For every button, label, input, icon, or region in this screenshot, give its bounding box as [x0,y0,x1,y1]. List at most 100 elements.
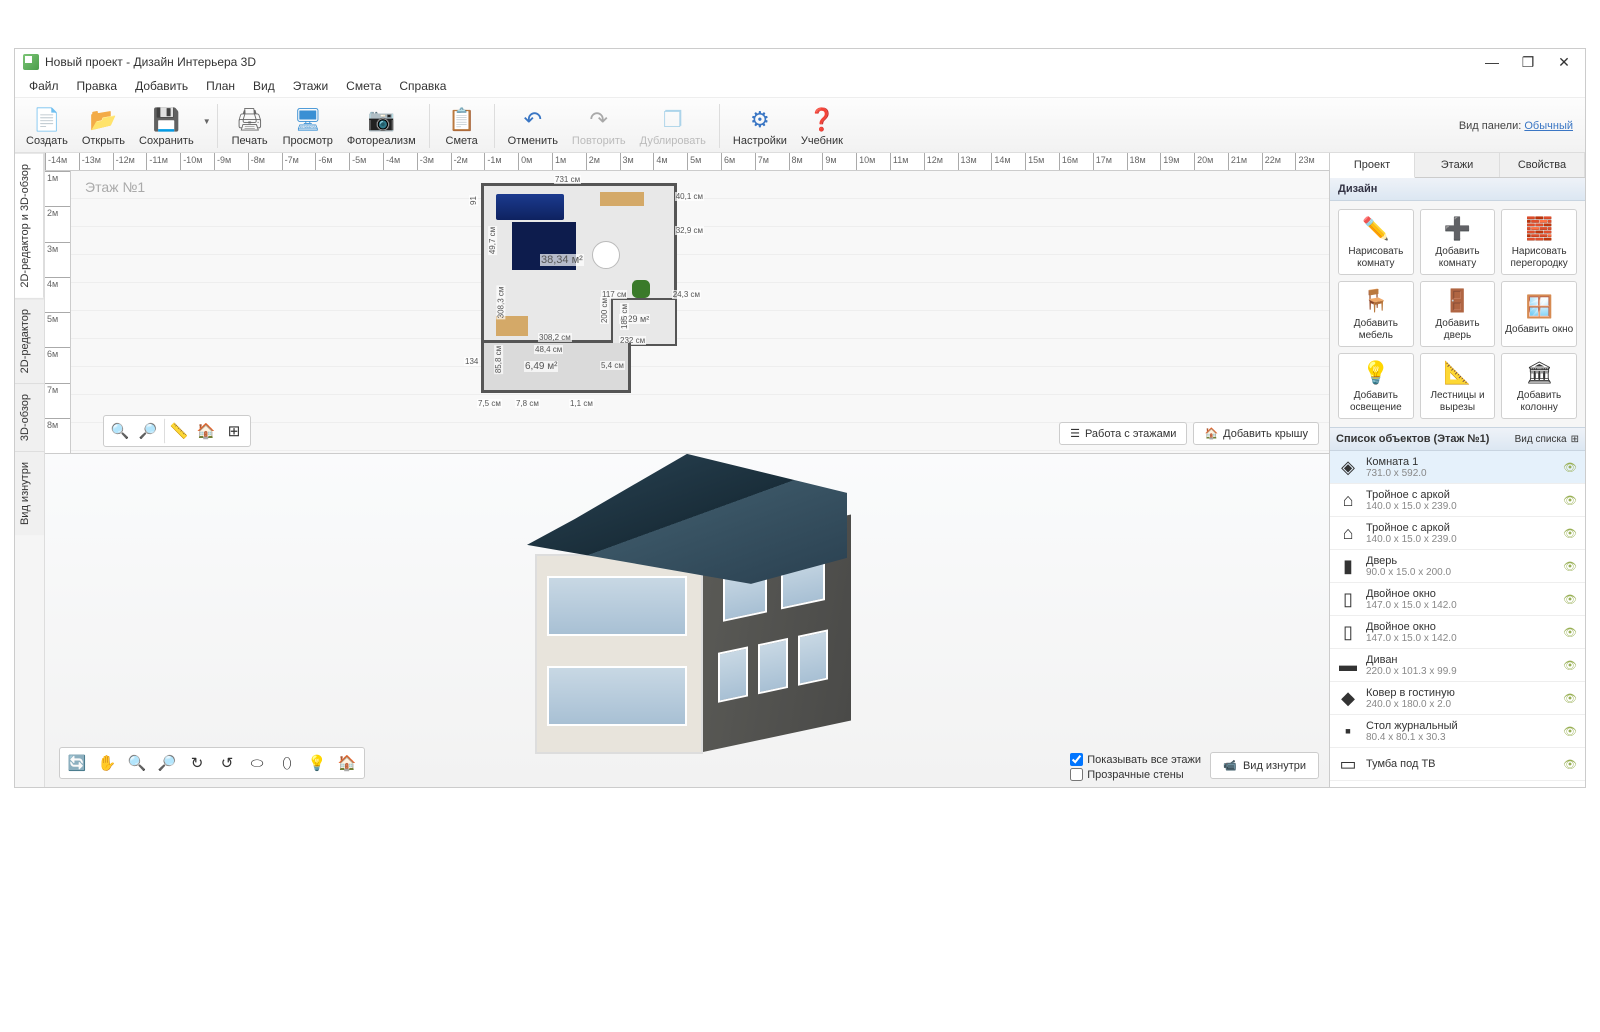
design-button[interactable]: 💡Добавить освещение [1338,353,1414,419]
visibility-icon[interactable]: 👁 [1563,692,1579,704]
menu-estimate[interactable]: Смета [338,77,389,95]
visibility-icon[interactable]: 👁 [1563,626,1579,638]
object-list[interactable]: ◈ Комната 1 731.0 x 592.0 👁 ⌂ Тройное с … [1330,451,1585,787]
object-list-item[interactable]: ◈ Комната 1 731.0 x 592.0 👁 [1330,451,1585,484]
light-button[interactable]: 💡 [302,750,332,776]
lasso-button[interactable]: ⬯ [272,750,302,776]
side-tab-3d[interactable]: 3D-обзор [15,383,44,451]
object-list-item[interactable]: ⌂ Тройное с аркой 140.0 x 15.0 x 239.0 👁 [1330,484,1585,517]
home-3d-button[interactable]: 🏠 [332,750,362,776]
design-button[interactable]: 🚪Добавить дверь [1420,281,1496,347]
tool-settings[interactable]: ⚙Настройки [726,103,794,150]
show-all-floors-check[interactable]: Показывать все этажи [1070,753,1201,766]
work-with-floors-button[interactable]: ☰Работа с этажами [1059,422,1187,445]
design-button[interactable]: ✏️Нарисовать комнату [1338,209,1414,275]
ruler-tick: 9м [822,153,856,170]
menu-view[interactable]: Вид [245,77,283,95]
furniture-tv-stand[interactable] [600,192,644,206]
tool-open[interactable]: 📂Открыть [75,103,132,150]
visibility-icon[interactable]: 👁 [1563,593,1579,605]
home-button[interactable]: 🏠 [192,418,220,444]
object-list-item[interactable]: ▮ Дверь 90.0 x 15.0 x 200.0 👁 [1330,550,1585,583]
snap-grid-button[interactable]: ⊞ [220,418,248,444]
panel-view-link[interactable]: Обычный [1524,120,1573,132]
minimize-button[interactable]: — [1485,55,1499,69]
floorplan[interactable]: 731 см 40,1 см 32,9 см 49,7 см 308,3 см … [481,183,691,403]
visibility-icon[interactable]: 👁 [1563,527,1579,539]
pan-button[interactable]: ✋ [92,750,122,776]
viewport-2d[interactable]: 1м2м3м4м5м6м7м8м Этаж №1 731 см 40,1 см [45,171,1329,453]
design-button[interactable]: ➕Добавить комнату [1420,209,1496,275]
rtab-properties[interactable]: Свойства [1500,153,1585,177]
tool-print[interactable]: 🖨Печать [224,103,276,150]
side-tab-2d[interactable]: 2D-редактор [15,298,44,383]
close-button[interactable]: ✕ [1557,55,1571,69]
visibility-icon[interactable]: 👁 [1563,758,1579,770]
tool-preview[interactable]: 🖥Просмотр [276,103,340,150]
tool-create[interactable]: 📄Создать [19,103,75,150]
save-dropdown-arrow[interactable]: ▼ [203,117,211,126]
add-roof-button[interactable]: 🏠Добавить крышу [1193,422,1319,445]
furniture-table[interactable] [592,241,620,269]
room-small[interactable]: 4,29 м² 117 см 24,3 см 185 см 232 см 200… [611,298,677,346]
menu-floors[interactable]: Этажи [285,77,336,95]
object-name: Комната 1 [1366,456,1563,468]
tool-photorealism[interactable]: 📷Фотореализм [340,103,423,150]
menu-add[interactable]: Добавить [127,77,196,95]
object-list-item[interactable]: ▭ Тумба под ТВ 👁 [1330,748,1585,781]
dimension-label: 308,2 см [538,333,572,342]
design-button[interactable]: 🏛Добавить колонну [1501,353,1577,419]
dimension-label: 40,1 см [675,192,704,201]
measure-button[interactable]: 📏 [164,418,192,444]
transparent-walls-check[interactable]: Прозрачные стены [1070,768,1201,781]
furniture-plant[interactable] [632,280,650,298]
house-3d-model[interactable] [507,454,867,774]
window-3d [718,646,748,702]
visibility-icon[interactable]: 👁 [1563,560,1579,572]
maximize-button[interactable]: ❐ [1521,55,1535,69]
menu-file[interactable]: Файл [21,77,67,95]
rotate-right-button[interactable]: ↺ [212,750,242,776]
visibility-icon[interactable]: 👁 [1563,659,1579,671]
object-list-item[interactable]: ▯ Двойное окно 147.0 x 15.0 x 142.0 👁 [1330,616,1585,649]
list-view-toggle[interactable]: Вид списка ⊞ [1515,434,1579,445]
object-list-item[interactable]: ◆ Ковер в гостиную 240.0 x 180.0 x 2.0 👁 [1330,682,1585,715]
design-button[interactable]: 📐Лестницы и вырезы [1420,353,1496,419]
rotate-left-button[interactable]: ↻ [182,750,212,776]
viewport-3d[interactable]: 🔄 ✋ 🔍 🔎 ↻ ↺ ⬭ ⬯ 💡 🏠 Показывать все этажи… [45,453,1329,787]
object-list-item[interactable]: ⌂ Тройное с аркой 140.0 x 15.0 x 239.0 👁 [1330,517,1585,550]
furniture-sofa[interactable] [496,194,564,220]
rtab-project[interactable]: Проект [1330,153,1415,178]
rtab-floors[interactable]: Этажи [1415,153,1500,177]
dimension-label: 48,4 см [534,345,563,354]
design-button[interactable]: 🧱Нарисовать перегородку [1501,209,1577,275]
menu-plan[interactable]: План [198,77,243,95]
design-button[interactable]: 🪟Добавить окно [1501,281,1577,347]
object-icon: ▪ [1336,719,1360,743]
object-list-item[interactable]: ▯ Двойное окно 147.0 x 15.0 x 142.0 👁 [1330,583,1585,616]
design-button[interactable]: 🪑Добавить мебель [1338,281,1414,347]
visibility-icon[interactable]: 👁 [1563,725,1579,737]
object-list-item[interactable]: ▬ Диван 220.0 x 101.3 x 99.9 👁 [1330,649,1585,682]
zoom-in-3d-button[interactable]: 🔎 [152,750,182,776]
tool-estimate[interactable]: 📋Смета [436,103,488,150]
tool-save[interactable]: 💾Сохранить [132,103,201,150]
zoom-in-button[interactable]: 🔎 [134,418,162,444]
tool-tutorial[interactable]: ❓Учебник [794,103,850,150]
visibility-icon[interactable]: 👁 [1563,494,1579,506]
room-bottom[interactable]: 6,49 м² 48,4 см 134 85,8 см 5,4 см [481,343,631,393]
zoom-out-button[interactable]: 🔍 [106,418,134,444]
zoom-out-3d-button[interactable]: 🔍 [122,750,152,776]
tool-undo[interactable]: ↶Отменить [501,103,565,150]
view-inside-button[interactable]: 📹Вид изнутри [1210,752,1319,779]
plan-canvas[interactable]: Этаж №1 731 см 40,1 см 32,9 см [71,171,1329,453]
orbit-button[interactable]: 🔄 [62,750,92,776]
design-button-icon: 💡 [1362,358,1389,388]
menu-help[interactable]: Справка [391,77,454,95]
select-mode-button[interactable]: ⬭ [242,750,272,776]
side-tab-combo[interactable]: 2D-редактор и 3D-обзор [15,153,44,298]
object-list-item[interactable]: ▪ Стол журнальный 80.4 x 80.1 x 30.3 👁 [1330,715,1585,748]
side-tab-inside[interactable]: Вид изнутри [15,451,44,535]
menu-edit[interactable]: Правка [69,77,126,95]
visibility-icon[interactable]: 👁 [1563,461,1579,473]
